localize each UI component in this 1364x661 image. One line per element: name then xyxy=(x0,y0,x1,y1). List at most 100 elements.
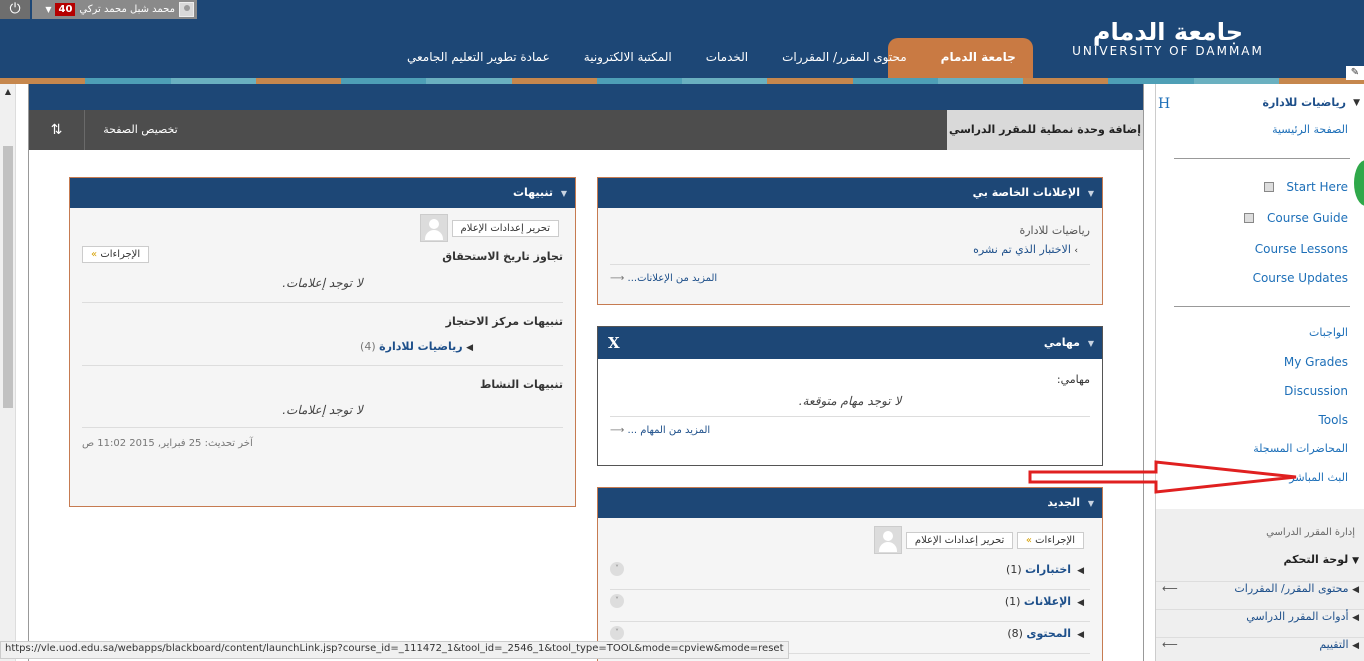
sidebar-item-course-guide[interactable]: Course Guide xyxy=(1267,211,1348,225)
whats-new-row[interactable]: ◀ الإعلانات (1) ˅ xyxy=(610,590,1090,622)
announcements-module: ▼ الإعلانات الخاصة بي رياضيات للادارة › … xyxy=(597,177,1103,305)
tab-library[interactable]: المكتبة الالكترونية xyxy=(567,38,689,78)
double-chevron-down-icon: » xyxy=(91,249,98,260)
user-avatar-icon xyxy=(179,2,194,17)
triangle-left-icon[interactable]: ◀ xyxy=(1077,566,1084,576)
reorder-icon[interactable]: ⇅ xyxy=(29,110,84,150)
whats-new-count: (1) xyxy=(1006,563,1022,576)
triangle-left-icon[interactable]: ◀ xyxy=(1077,598,1084,608)
tab-university[interactable]: جامعة الدمام xyxy=(923,38,1033,78)
triangle-left-icon[interactable]: ◀ xyxy=(1352,613,1359,623)
retention-heading: تنبيهات مركز الاحتجاز xyxy=(445,315,563,328)
announcement-link[interactable]: الاختبار الذي تم نشره xyxy=(973,243,1071,256)
green-badge-icon xyxy=(1354,160,1364,206)
module-title: مهامي xyxy=(1043,336,1080,349)
whats-new-count: (1) xyxy=(1004,595,1021,608)
chevron-down-icon[interactable]: ▼ xyxy=(1088,339,1094,348)
arrow-left-icon[interactable]: ⟵ xyxy=(1162,582,1178,595)
scrollbar[interactable]: ▲ xyxy=(0,84,16,661)
module-header[interactable]: ▼ تنبيهات xyxy=(70,178,575,208)
sidebar-item-3[interactable]: Tools xyxy=(1318,413,1348,427)
whats-new-label[interactable]: اختبارات xyxy=(1025,563,1071,576)
triangle-left-icon[interactable]: ◀ xyxy=(1352,585,1359,595)
scroll-up-icon[interactable]: ▲ xyxy=(0,84,16,100)
triangle-left-icon[interactable]: ◀ xyxy=(466,343,473,353)
control-panel-item[interactable]: ◀ محتوى المقرر/ المقررات ⟵ xyxy=(1156,581,1364,607)
avatar xyxy=(874,526,903,554)
module-title: الجديد xyxy=(1047,496,1080,509)
triangle-left-icon[interactable]: ◀ xyxy=(1077,630,1084,640)
sidebar-item-home[interactable]: الصفحة الرئيسية xyxy=(1272,123,1348,136)
circle-chevron-down-icon[interactable]: ˅ xyxy=(610,594,624,608)
module-title: الإعلانات الخاصة بي xyxy=(972,186,1080,199)
scrollbar-thumb[interactable] xyxy=(3,146,13,408)
top-navigation-bar: ⏻ محمد شبل محمد تركي 40 ▼ جامعة الدمام م… xyxy=(0,0,1364,78)
close-icon[interactable]: X xyxy=(608,327,620,359)
whats-new-count: (8) xyxy=(1007,627,1023,640)
tasks-label: مهامي: xyxy=(1056,373,1090,386)
tab-deanship[interactable]: عمادة تطوير التعليم الجامعي xyxy=(390,38,567,78)
sidebar-item-1[interactable]: My Grades xyxy=(1284,355,1348,369)
user-menu[interactable]: محمد شبل محمد تركي 40 ▼ xyxy=(32,0,197,19)
course-title[interactable]: رياضيات للادارة xyxy=(1263,96,1346,109)
sidebar-item-start-here[interactable]: Start Here xyxy=(1286,180,1348,194)
whats-new-row[interactable]: ◀ اختبارات (1) ˅ xyxy=(610,558,1090,590)
pencil-icon[interactable]: ✎ xyxy=(1346,66,1364,80)
control-panel-item[interactable]: ◀ التقييم ⟵ xyxy=(1156,637,1364,661)
customize-page-button[interactable]: تخصيص الصفحة xyxy=(84,110,196,150)
user-name: محمد شبل محمد تركي xyxy=(79,4,175,15)
whats-new-label[interactable]: المحتوى xyxy=(1026,627,1071,640)
edit-notification-settings-button[interactable]: تحرير إعدادات الإعلام xyxy=(451,220,559,237)
university-logo[interactable]: جامعة الدمام UNIVERSITY OF DAMMAM xyxy=(1068,20,1268,62)
chevron-down-icon[interactable]: ▼ xyxy=(561,189,567,198)
page-toolbar: ⇅ تخصيص الصفحة إضافة وحدة نمطية للمقرر ا… xyxy=(29,110,1143,150)
sidebar-item-course-updates[interactable]: Course Updates xyxy=(1253,271,1348,285)
retention-course-link[interactable]: رياضيات للادارة xyxy=(379,340,462,353)
control-panel-item[interactable]: ◀ أدوات المقرر الدراسي xyxy=(1156,609,1364,635)
activity-empty: لا توجد إعلامات. xyxy=(282,403,363,417)
add-course-module-button[interactable]: إضافة وحدة نمطية للمقرر الدراسي xyxy=(947,110,1143,150)
last-updated: آخر تحديث: 25 فبراير, 2015 11:02 ص xyxy=(82,438,253,449)
arrow-left-icon[interactable]: ⟵ xyxy=(1162,638,1178,651)
avatar xyxy=(420,214,449,242)
more-announcements-link[interactable]: المزيد من الإعلانات... xyxy=(628,273,718,284)
notification-badge[interactable]: 40 xyxy=(55,3,76,16)
past-due-empty: لا توجد إعلامات. xyxy=(282,276,363,290)
sidebar-item-course-lessons[interactable]: Course Lessons xyxy=(1255,242,1348,256)
chevron-down-icon[interactable]: ▼ xyxy=(1353,98,1360,108)
chevron-down-icon[interactable]: ▼ xyxy=(1088,499,1094,508)
sidebar-item-5[interactable]: البث المباشر xyxy=(1289,471,1348,484)
course-management-panel: إدارة المقرر الدراسي ▼ لوحة التحكم ◀ محت… xyxy=(1156,509,1364,661)
grid-icon xyxy=(1264,182,1274,192)
circle-chevron-down-icon[interactable]: ˅ xyxy=(610,562,624,576)
tasks-empty: لا توجد مهام متوقعة. xyxy=(798,394,902,408)
chevron-down-icon[interactable]: ▼ xyxy=(1088,189,1094,198)
course-management-label: إدارة المقرر الدراسي xyxy=(1266,527,1355,538)
actions-button[interactable]: الإجراءات » xyxy=(1016,532,1084,549)
h-icon[interactable]: H xyxy=(1158,96,1170,112)
logo-arabic: جامعة الدمام xyxy=(1092,18,1244,46)
course-menu: H ▼ رياضيات للادارة الصفحة الرئيسية Star… xyxy=(1155,84,1364,661)
module-header[interactable]: ▼ الإعلانات الخاصة بي xyxy=(598,178,1102,208)
tab-course-content[interactable]: محتوى المقرر/ المقررات xyxy=(765,38,924,78)
control-panel-toggle[interactable]: ▼ لوحة التحكم xyxy=(1283,553,1359,566)
drag-handle-icon[interactable]: ↕ xyxy=(1107,332,1117,346)
module-header[interactable]: ▼ مهامي X xyxy=(598,327,1102,359)
announcement-course: رياضيات للادارة xyxy=(1019,224,1090,237)
module-header[interactable]: ▼ الجديد xyxy=(598,488,1102,518)
triangle-left-icon[interactable]: ◀ xyxy=(1352,641,1359,651)
whats-new-label[interactable]: الإعلانات xyxy=(1024,595,1071,608)
main-tabs: جامعة الدمام محتوى المقرر/ المقررات الخد… xyxy=(390,38,1033,78)
power-icon[interactable]: ⏻ xyxy=(0,0,30,19)
actions-button[interactable]: الإجراءات » xyxy=(82,246,150,263)
tab-services[interactable]: الخدمات xyxy=(689,38,765,78)
edit-notification-settings-button[interactable]: تحرير إعدادات الإعلام xyxy=(905,532,1014,549)
sidebar-item-4[interactable]: المحاضرات المسجلة xyxy=(1253,442,1348,455)
sidebar-item-2[interactable]: Discussion xyxy=(1284,384,1348,398)
circle-chevron-down-icon[interactable]: ˅ xyxy=(610,626,624,640)
sidebar-item-0[interactable]: الواجبات xyxy=(1309,326,1348,339)
more-tasks-link[interactable]: المزيد من المهام ... xyxy=(628,425,711,436)
whats-new-module: ▼ الجديد الإجراءات » تحرير إعدادات الإعل… xyxy=(597,487,1103,661)
whats-new-list: ◀ اختبارات (1) ˅ ◀ الإعلانات (1) ˅ ◀ المحتوى (8… xyxy=(610,558,1090,654)
chevron-down-icon[interactable]: ▼ xyxy=(45,5,51,14)
